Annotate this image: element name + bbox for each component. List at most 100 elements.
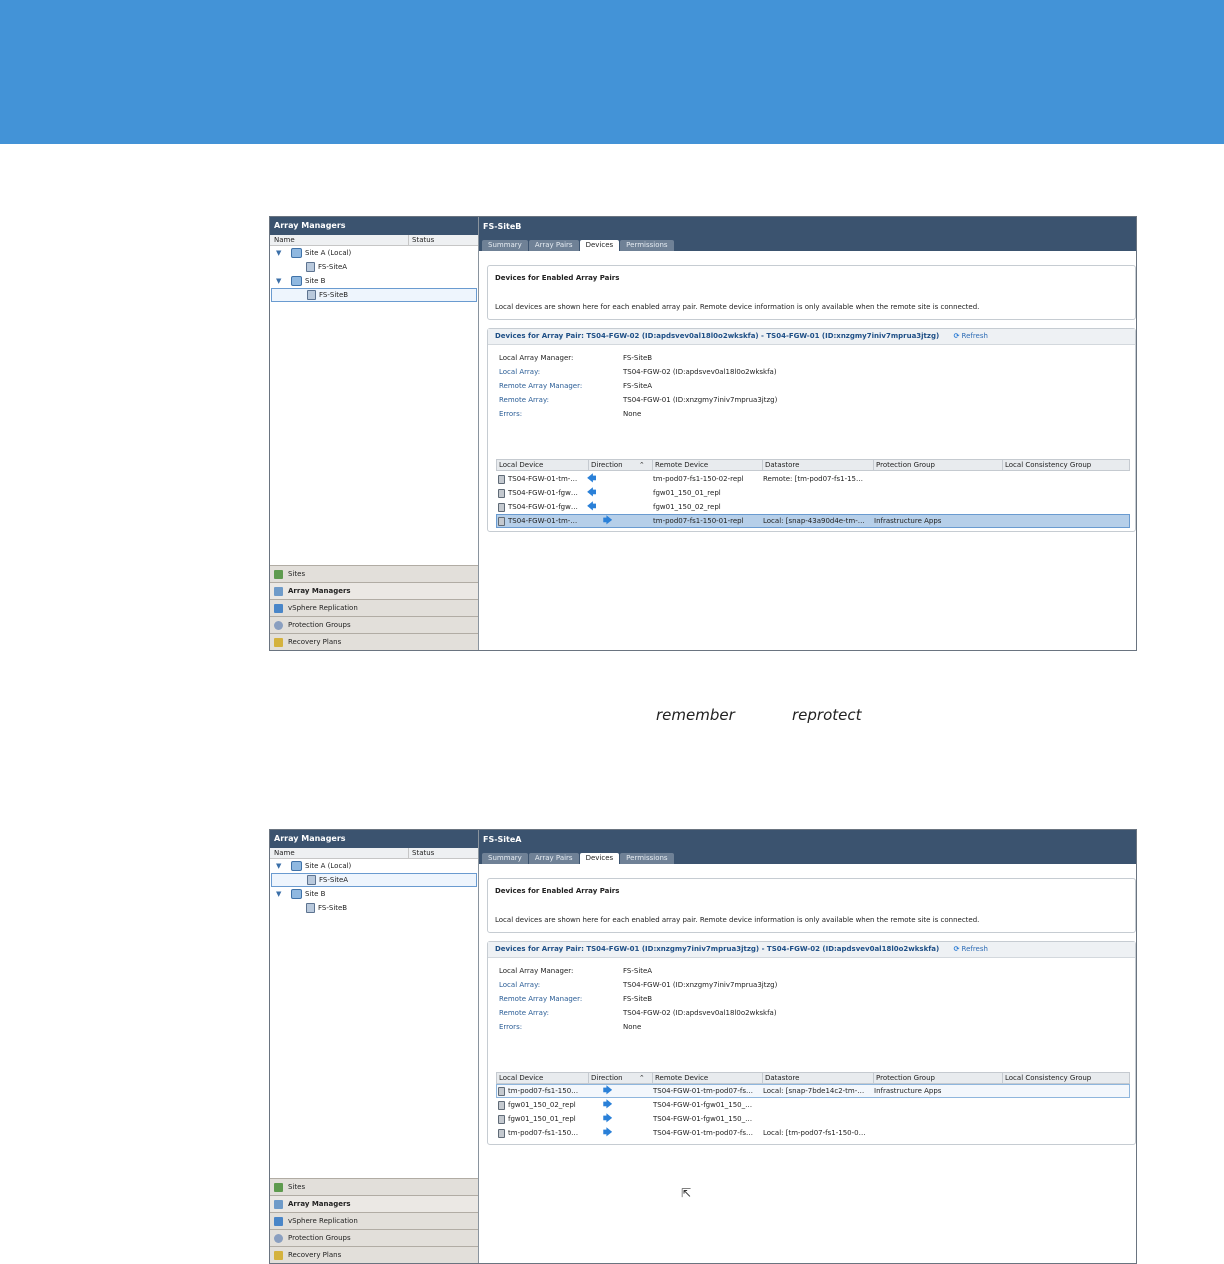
- expand-arrow-icon[interactable]: ▼: [276, 859, 281, 873]
- table-header: Local Device Direction ⌃ Remote Device D…: [496, 459, 1130, 471]
- field-label[interactable]: Remote Array Manager:: [499, 995, 623, 1003]
- refresh-button[interactable]: ⟳ Refresh: [954, 942, 988, 957]
- table-row[interactable]: TS04-FGW-01-fgw… 🡄 fgw01_150_02_repl: [496, 500, 1130, 514]
- array-manager-icon: [307, 290, 316, 300]
- cell-remote-device: TS04-FGW-01-fgw01_150_…: [653, 1101, 753, 1109]
- table-row[interactable]: tm-pod07-fs1-150… 🡆 TS04-FGW-01-tm-pod07…: [496, 1126, 1130, 1140]
- field-label: Local Array Manager:: [499, 967, 574, 975]
- field-remote-array-manager: Remote Array Manager: FS-SiteB: [499, 995, 652, 1003]
- col-direction[interactable]: Direction ⌃: [588, 1073, 651, 1083]
- nav-item-sites[interactable]: Sites: [270, 1178, 478, 1195]
- cell-protection-group: Infrastructure Apps: [874, 517, 942, 525]
- recovery-plans-icon: [274, 637, 283, 647]
- field-errors: Errors: None: [499, 410, 641, 418]
- tab-bar: Summary Array Pairs Devices Permissions: [482, 853, 675, 864]
- field-value: FS-SiteA: [623, 382, 653, 390]
- nav-item-array-managers[interactable]: Array Managers: [270, 1195, 478, 1212]
- nav-item-array-managers[interactable]: Array Managers: [270, 582, 478, 599]
- field-label[interactable]: Remote Array:: [499, 396, 623, 404]
- col-local-device[interactable]: Local Device: [497, 1073, 588, 1083]
- refresh-button[interactable]: ⟳ Refresh: [954, 329, 988, 344]
- col-remote-device[interactable]: Remote Device: [652, 460, 761, 470]
- enabled-pairs-heading: Devices for Enabled Array Pairs: [495, 887, 620, 895]
- table-row[interactable]: TS04-FGW-01-tm-… 🡄 tm-pod07-fs1-150-02-r…: [496, 472, 1130, 486]
- screenshot-site-b: Array Managers Name Status ▼ Site A (Loc…: [269, 216, 1137, 651]
- tab-permissions[interactable]: Permissions: [620, 853, 674, 864]
- tree-col-name[interactable]: Name: [274, 848, 295, 858]
- nav-label: vSphere Replication: [288, 604, 358, 612]
- col-direction[interactable]: Direction ⌃: [588, 460, 651, 470]
- tab-devices[interactable]: Devices: [579, 240, 620, 251]
- array-managers-icon: [274, 586, 283, 596]
- array-pair-title-text: Devices for Array Pair: TS04-FGW-02 (ID:…: [495, 332, 940, 340]
- field-label[interactable]: Local Array:: [499, 981, 623, 989]
- tab-devices[interactable]: Devices: [579, 853, 620, 864]
- col-local-device[interactable]: Local Device: [497, 460, 588, 470]
- nav-item-recovery-plans[interactable]: Recovery Plans: [270, 1246, 478, 1263]
- site-icon: [291, 889, 302, 899]
- tree-item-fs-siteb[interactable]: FS-SiteB: [270, 901, 478, 915]
- tree-col-status[interactable]: Status: [408, 848, 434, 858]
- expand-arrow-icon[interactable]: ▼: [276, 887, 281, 901]
- tree-item-label: Site B: [305, 890, 326, 898]
- left-panel-title: Array Managers: [270, 217, 478, 235]
- tree-item-fs-siteb[interactable]: FS-SiteB: [271, 288, 477, 302]
- cell-remote-device: TS04-FGW-01-tm-pod07-fs…: [653, 1129, 754, 1137]
- table-row-selected[interactable]: TS04-FGW-01-tm-… 🡆 tm-pod07-fs1-150-01-r…: [496, 514, 1130, 528]
- tree-col-name[interactable]: Name: [274, 235, 295, 245]
- arrow-left-icon: 🡄: [587, 474, 597, 484]
- table-row[interactable]: fgw01_150_02_repl 🡆 TS04-FGW-01-fgw01_15…: [496, 1098, 1130, 1112]
- array-manager-icon: [306, 903, 315, 913]
- shield-icon: [274, 1233, 283, 1243]
- tree-item-site-a[interactable]: ▼ Site A (Local): [270, 246, 478, 260]
- tab-array-pairs[interactable]: Array Pairs: [528, 853, 579, 864]
- expand-arrow-icon[interactable]: ▼: [276, 274, 281, 288]
- right-panel-header: FS-SiteA Summary Array Pairs Devices Per…: [479, 830, 1136, 864]
- arrow-left-icon: 🡄: [587, 502, 597, 512]
- field-local-array: Local Array: TS04-FGW-02 (ID:apdsvev0al18…: [499, 368, 777, 376]
- field-label[interactable]: Errors:: [499, 1023, 623, 1031]
- table-row-selected[interactable]: tm-pod07-fs1-150… 🡆 TS04-FGW-01-tm-pod07…: [496, 1084, 1130, 1098]
- tree-item-label: Site B: [305, 277, 326, 285]
- nav-item-vsphere-replication[interactable]: vSphere Replication: [270, 1212, 478, 1229]
- tree-item-fs-sitea[interactable]: FS-SiteA: [270, 260, 478, 274]
- nav-label: Array Managers: [288, 587, 351, 595]
- table-row[interactable]: fgw01_150_01_repl 🡆 TS04-FGW-01-fgw01_15…: [496, 1112, 1130, 1126]
- col-datastore[interactable]: Datastore: [762, 1073, 871, 1083]
- tab-summary[interactable]: Summary: [482, 853, 528, 864]
- nav-label: Sites: [288, 570, 306, 578]
- field-label[interactable]: Errors:: [499, 410, 623, 418]
- nav-item-recovery-plans[interactable]: Recovery Plans: [270, 633, 478, 650]
- field-label[interactable]: Remote Array Manager:: [499, 382, 623, 390]
- tree-item-site-a[interactable]: ▼ Site A (Local): [270, 859, 478, 873]
- cell-remote-device: fgw01_150_02_repl: [653, 503, 721, 511]
- col-remote-device[interactable]: Remote Device: [652, 1073, 761, 1083]
- tree-item-site-b[interactable]: ▼ Site B: [270, 887, 478, 901]
- nav-item-protection-groups[interactable]: Protection Groups: [270, 1229, 478, 1246]
- col-local-consistency-group[interactable]: Local Consistency Group: [1002, 460, 1133, 470]
- nav-item-vsphere-replication[interactable]: vSphere Replication: [270, 599, 478, 616]
- tree-item-label: FS-SiteA: [319, 876, 349, 884]
- tree-item-site-b[interactable]: ▼ Site B: [270, 274, 478, 288]
- field-label[interactable]: Remote Array:: [499, 1009, 623, 1017]
- col-local-consistency-group[interactable]: Local Consistency Group: [1002, 1073, 1133, 1083]
- tree-item-fs-sitea[interactable]: FS-SiteA: [271, 873, 477, 887]
- col-protection-group[interactable]: Protection Group: [873, 460, 1000, 470]
- tab-permissions[interactable]: Permissions: [620, 240, 674, 251]
- field-label[interactable]: Local Array:: [499, 368, 623, 376]
- field-value: None: [623, 410, 642, 418]
- site-icon: [291, 861, 302, 871]
- tree-col-status[interactable]: Status: [408, 235, 434, 245]
- col-datastore[interactable]: Datastore: [762, 460, 871, 470]
- field-remote-array-manager: Remote Array Manager: FS-SiteA: [499, 382, 652, 390]
- array-pair-title-text: Devices for Array Pair: TS04-FGW-01 (ID:…: [495, 945, 940, 953]
- col-protection-group[interactable]: Protection Group: [873, 1073, 1000, 1083]
- tab-array-pairs[interactable]: Array Pairs: [528, 240, 579, 251]
- expand-arrow-icon[interactable]: ▼: [276, 246, 281, 260]
- replication-icon: [274, 603, 283, 613]
- nav-item-protection-groups[interactable]: Protection Groups: [270, 616, 478, 633]
- table-row[interactable]: TS04-FGW-01-fgw… 🡄 fgw01_150_01_repl: [496, 486, 1130, 500]
- nav-item-sites[interactable]: Sites: [270, 565, 478, 582]
- tab-summary[interactable]: Summary: [482, 240, 528, 251]
- cell-datastore: Local: [snap-43a90d4e-tm-…: [763, 517, 865, 525]
